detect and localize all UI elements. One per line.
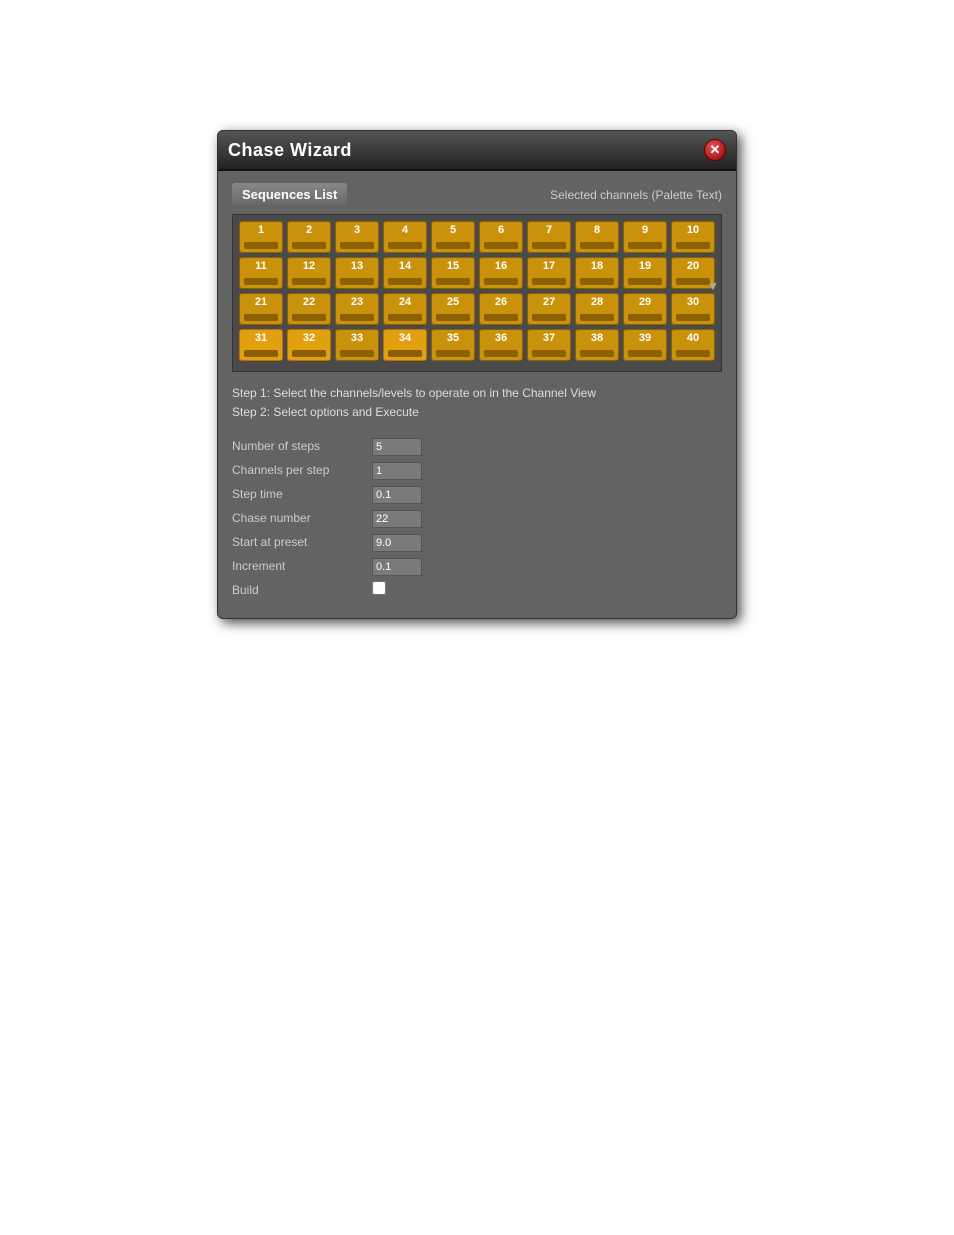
field-row-steps: Number of steps xyxy=(232,434,722,458)
seq-btn-3[interactable]: 3 xyxy=(335,221,379,253)
seq-btn-12[interactable]: 12 xyxy=(287,257,331,289)
field-row-start-at-preset: Start at preset xyxy=(232,530,722,554)
grid-row-2: 11 12 13 14 15 16 17 18 19 20 xyxy=(239,257,715,289)
cell-increment xyxy=(372,554,722,578)
step1-text: Step 1: Select the channels/levels to op… xyxy=(232,384,722,403)
grid-row-3: 21 22 23 24 25 26 27 28 29 30 xyxy=(239,293,715,325)
close-button[interactable]: ✕ xyxy=(704,139,726,161)
input-step-time[interactable] xyxy=(372,486,422,504)
seq-btn-24[interactable]: 24 xyxy=(383,293,427,325)
seq-btn-9[interactable]: 9 xyxy=(623,221,667,253)
label-number-of-steps: Number of steps xyxy=(232,434,372,458)
seq-btn-23[interactable]: 23 xyxy=(335,293,379,325)
dialog-title: Chase Wizard xyxy=(228,140,352,161)
seq-btn-13[interactable]: 13 xyxy=(335,257,379,289)
seq-btn-18[interactable]: 18 xyxy=(575,257,619,289)
seq-btn-33[interactable]: 33 xyxy=(335,329,379,361)
grid-row-1: 1 2 3 4 5 6 7 8 9 10 xyxy=(239,221,715,253)
cell-step-time xyxy=(372,482,722,506)
seq-btn-26[interactable]: 26 xyxy=(479,293,523,325)
step2-text: Step 2: Select options and Execute xyxy=(232,403,722,422)
dialog-body: Sequences List Selected channels (Palett… xyxy=(218,171,736,618)
input-increment[interactable] xyxy=(372,558,422,576)
seq-btn-15[interactable]: 15 xyxy=(431,257,475,289)
input-start-at-preset[interactable] xyxy=(372,534,422,552)
label-channels-per-step: Channels per step xyxy=(232,458,372,482)
input-channels-per-step[interactable] xyxy=(372,462,422,480)
seq-btn-25[interactable]: 25 xyxy=(431,293,475,325)
seq-btn-19[interactable]: 19 xyxy=(623,257,667,289)
chase-wizard-dialog: Chase Wizard ✕ Sequences List Selected c… xyxy=(217,130,737,619)
field-row-build: Build xyxy=(232,578,722,602)
cell-chase-number xyxy=(372,506,722,530)
label-start-at-preset: Start at preset xyxy=(232,530,372,554)
seq-btn-11[interactable]: 11 xyxy=(239,257,283,289)
fields-table: Number of steps Channels per step Step t… xyxy=(232,434,722,602)
cell-build xyxy=(372,578,722,602)
scroll-indicator: ▼ xyxy=(707,279,719,293)
seq-btn-14[interactable]: 14 xyxy=(383,257,427,289)
seq-btn-17[interactable]: 17 xyxy=(527,257,571,289)
seq-btn-16[interactable]: 16 xyxy=(479,257,523,289)
step-instructions: Step 1: Select the channels/levels to op… xyxy=(232,384,722,422)
field-row-chase-number: Chase number xyxy=(232,506,722,530)
seq-btn-38[interactable]: 38 xyxy=(575,329,619,361)
cell-channels-per-step xyxy=(372,458,722,482)
field-row-step-time: Step time xyxy=(232,482,722,506)
seq-btn-34[interactable]: 34 xyxy=(383,329,427,361)
seq-btn-37[interactable]: 37 xyxy=(527,329,571,361)
seq-btn-7[interactable]: 7 xyxy=(527,221,571,253)
grid-row-4: 31 32 33 34 35 36 37 38 39 40 xyxy=(239,329,715,361)
seq-btn-21[interactable]: 21 xyxy=(239,293,283,325)
sequences-header: Sequences List Selected channels (Palett… xyxy=(232,183,722,206)
input-number-of-steps[interactable] xyxy=(372,438,422,456)
title-bar: Chase Wizard ✕ xyxy=(218,131,736,171)
seq-btn-4[interactable]: 4 xyxy=(383,221,427,253)
checkbox-build[interactable] xyxy=(372,581,386,595)
seq-btn-39[interactable]: 39 xyxy=(623,329,667,361)
label-increment: Increment xyxy=(232,554,372,578)
seq-btn-28[interactable]: 28 xyxy=(575,293,619,325)
cell-number-of-steps xyxy=(372,434,722,458)
label-step-time: Step time xyxy=(232,482,372,506)
seq-btn-6[interactable]: 6 xyxy=(479,221,523,253)
cell-start-at-preset xyxy=(372,530,722,554)
seq-btn-27[interactable]: 27 xyxy=(527,293,571,325)
seq-btn-1[interactable]: 1 xyxy=(239,221,283,253)
label-chase-number: Chase number xyxy=(232,506,372,530)
seq-btn-32[interactable]: 32 xyxy=(287,329,331,361)
seq-btn-2[interactable]: 2 xyxy=(287,221,331,253)
seq-btn-22[interactable]: 22 xyxy=(287,293,331,325)
seq-btn-31[interactable]: 31 xyxy=(239,329,283,361)
field-row-channels-per-step: Channels per step xyxy=(232,458,722,482)
seq-btn-5[interactable]: 5 xyxy=(431,221,475,253)
sequences-grid: 1 2 3 4 5 6 7 8 9 10 11 12 13 14 15 16 1… xyxy=(232,214,722,372)
seq-btn-10[interactable]: 10 xyxy=(671,221,715,253)
input-chase-number[interactable] xyxy=(372,510,422,528)
field-row-increment: Increment xyxy=(232,554,722,578)
seq-btn-29[interactable]: 29 xyxy=(623,293,667,325)
sequences-label: Sequences List xyxy=(232,183,347,206)
seq-btn-8[interactable]: 8 xyxy=(575,221,619,253)
seq-btn-36[interactable]: 36 xyxy=(479,329,523,361)
label-build: Build xyxy=(232,578,372,602)
seq-btn-35[interactable]: 35 xyxy=(431,329,475,361)
seq-btn-40[interactable]: 40 xyxy=(671,329,715,361)
palette-text: Selected channels (Palette Text) xyxy=(550,188,722,202)
seq-btn-30[interactable]: 30 xyxy=(671,293,715,325)
